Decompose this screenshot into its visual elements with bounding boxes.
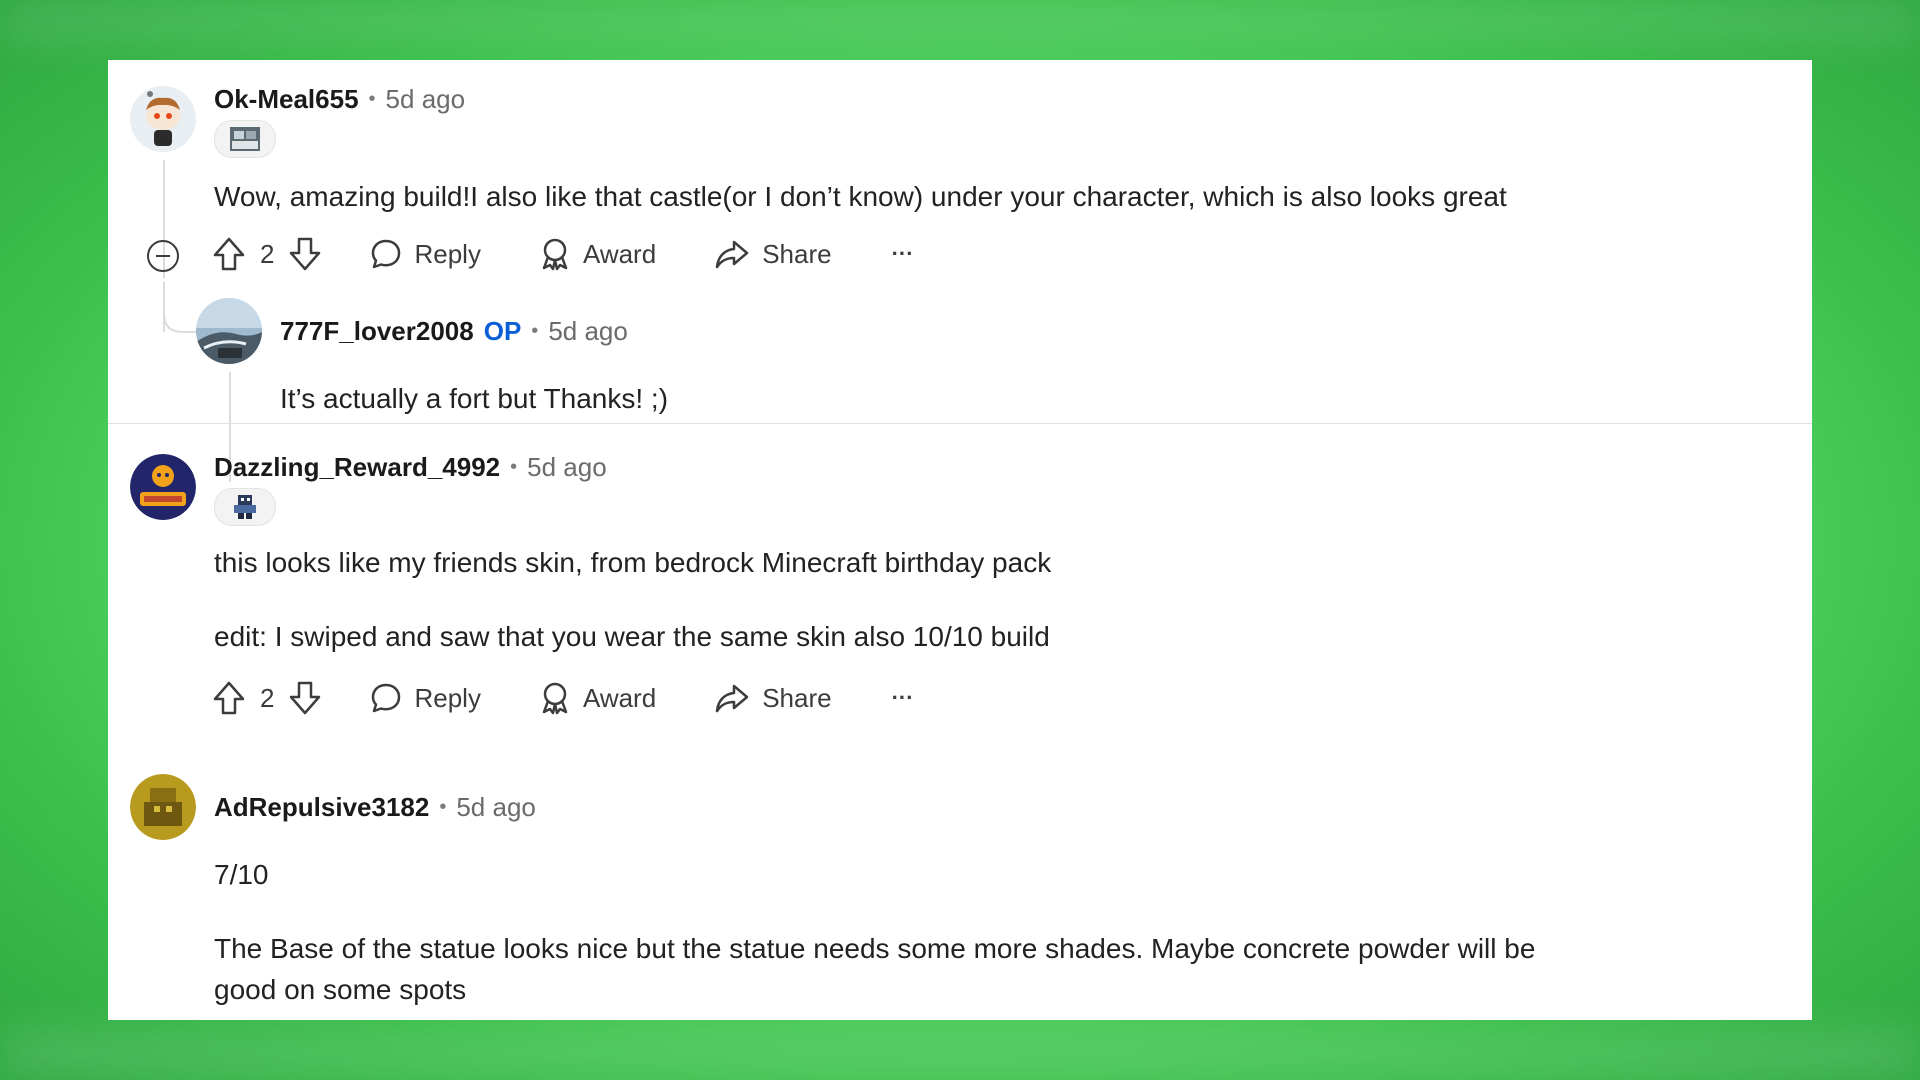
- more-options-icon: ···: [891, 241, 914, 266]
- award-label: Award: [582, 238, 657, 269]
- separator-dot: •: [510, 456, 518, 478]
- comment-text-line: edit: I swiped and saw that you wear the…: [214, 621, 1050, 652]
- downvote-arrow-icon: [290, 681, 321, 715]
- more-options-icon: ···: [891, 685, 914, 710]
- downvote-button[interactable]: [288, 680, 322, 716]
- downvote-button[interactable]: [288, 236, 322, 272]
- award-button[interactable]: Award: [539, 237, 656, 271]
- comment-text-line: this looks like my friends skin, from be…: [214, 547, 1052, 578]
- flair-character-icon: [234, 495, 256, 519]
- comment-actions: 2 Reply Award Share ···: [212, 236, 914, 272]
- comment-actions: 2 Reply Award Share ···: [212, 680, 914, 716]
- collapse-thread-button[interactable]: [147, 240, 179, 272]
- user-flair: [214, 120, 276, 158]
- comment-divider: [108, 423, 1812, 424]
- award-icon: [542, 238, 568, 271]
- username[interactable]: Ok-Meal655: [214, 84, 359, 115]
- share-arrow-icon: [715, 684, 749, 713]
- op-badge: OP: [483, 316, 522, 346]
- car-photo-avatar[interactable]: [196, 298, 262, 364]
- award-icon: [542, 682, 568, 715]
- speech-bubble-icon: [372, 683, 401, 713]
- downvote-arrow-icon: [290, 237, 321, 271]
- comment-text: It’s actually a fort but Thanks! ;): [280, 383, 669, 414]
- timestamp[interactable]: 5d ago: [456, 792, 536, 823]
- share-label: Share: [762, 682, 832, 713]
- comments-panel: Ok-Meal655 • 5d ago Wow, amazing build!I…: [108, 60, 1812, 1020]
- comment-text: Wow, amazing build!I also like that cast…: [214, 181, 1507, 212]
- upvote-button[interactable]: [212, 236, 246, 272]
- username[interactable]: AdRepulsive3182: [214, 792, 429, 823]
- snoo-avatar-icon[interactable]: [130, 86, 196, 152]
- comment-meta: AdRepulsive3182 • 5d ago: [214, 792, 536, 823]
- more-options-button[interactable]: ···: [892, 685, 914, 711]
- comment-meta: Dazzling_Reward_4992 • 5d ago: [214, 452, 607, 483]
- background-glow: [0, 1030, 1920, 1080]
- comment-text-line: good on some spots: [214, 974, 467, 1005]
- reply-label: Reply: [414, 682, 481, 713]
- game-character-avatar[interactable]: [130, 454, 196, 520]
- background-glow: [0, 0, 1920, 40]
- reply-label: Reply: [414, 238, 481, 269]
- comment-text-line: The Base of the statue looks nice but th…: [214, 933, 1536, 964]
- timestamp[interactable]: 5d ago: [386, 84, 466, 115]
- comment-text-line: 7/10: [214, 859, 269, 890]
- reply-button[interactable]: Reply: [370, 682, 481, 714]
- share-label: Share: [762, 238, 832, 269]
- more-options-button[interactable]: ···: [892, 241, 914, 267]
- username[interactable]: Dazzling_Reward_4992: [214, 452, 500, 483]
- comment-meta: Ok-Meal655 • 5d ago: [214, 84, 465, 115]
- upvote-button[interactable]: [212, 680, 246, 716]
- vote-count: 2: [260, 682, 275, 713]
- upvote-arrow-icon: [213, 681, 245, 715]
- minecraft-block-avatar[interactable]: [130, 774, 196, 840]
- share-arrow-icon: [715, 240, 749, 269]
- timestamp[interactable]: 5d ago: [527, 452, 607, 483]
- upvote-arrow-icon: [213, 237, 245, 271]
- share-button[interactable]: Share: [714, 238, 832, 270]
- flair-image-icon: [230, 127, 260, 151]
- username[interactable]: 777F_lover2008: [280, 316, 474, 347]
- separator-dot: •: [531, 320, 539, 342]
- vote-count: 2: [260, 238, 275, 269]
- award-button[interactable]: Award: [539, 681, 656, 715]
- separator-dot: •: [368, 88, 376, 110]
- share-button[interactable]: Share: [714, 682, 832, 714]
- user-flair: [214, 488, 276, 526]
- timestamp[interactable]: 5d ago: [548, 316, 628, 347]
- separator-dot: •: [439, 796, 447, 818]
- minus-icon: [156, 255, 170, 257]
- award-label: Award: [582, 682, 657, 713]
- speech-bubble-icon: [372, 239, 401, 269]
- reply-button[interactable]: Reply: [370, 238, 481, 270]
- comment-meta: 777F_lover2008 OP • 5d ago: [280, 316, 628, 347]
